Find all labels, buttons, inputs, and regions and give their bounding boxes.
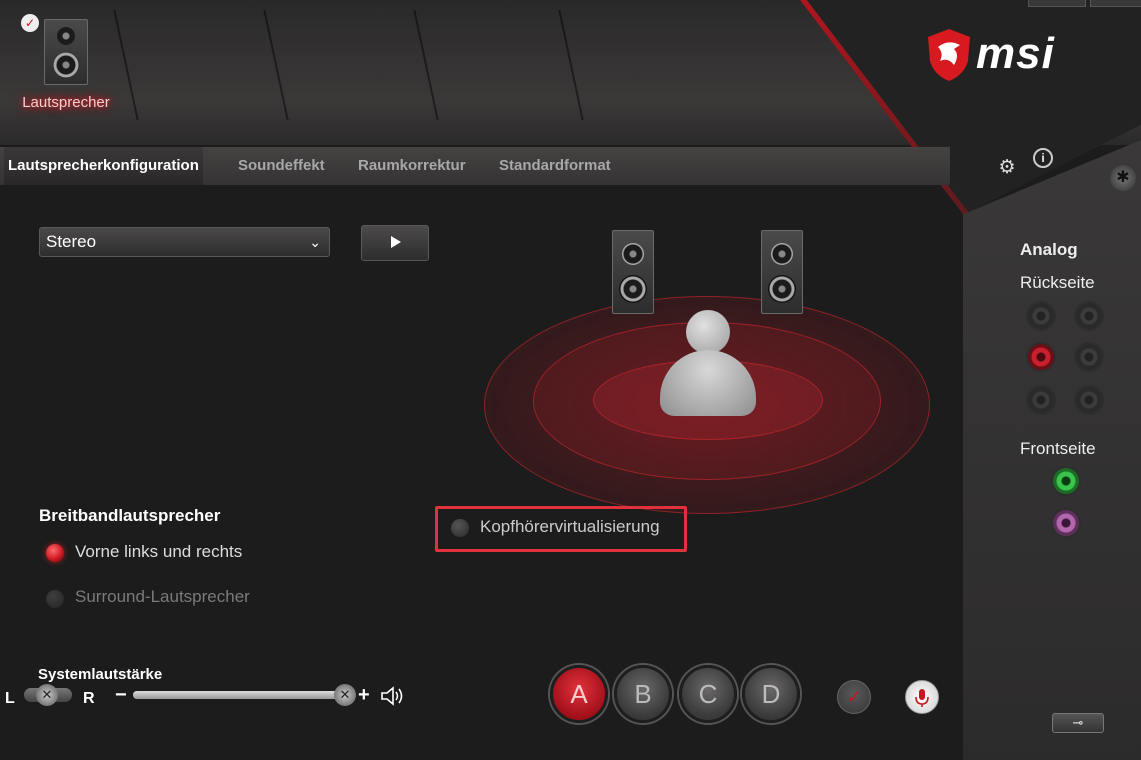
speaker-volume-icon[interactable] [380,685,406,707]
headphone-virtualization-checkbox[interactable] [451,519,469,537]
front-jack-headphone[interactable] [1053,468,1079,494]
gear-icon[interactable]: ⚙ [996,157,1018,179]
wrench-button[interactable]: ⊸ [1052,713,1104,733]
rear-jack-2[interactable] [1076,303,1102,329]
tab-room-correction[interactable]: Raumkorrektur [354,147,470,185]
listener-icon [660,310,756,416]
front-jack-mic[interactable] [1053,510,1079,536]
profile-a-button[interactable]: A [550,665,608,723]
play-icon [391,236,401,248]
front-right-speaker[interactable] [761,230,803,314]
rear-label: Rückseite [1020,273,1095,292]
device-label: Lautsprecher [22,94,110,111]
chevron-down-icon: ⌄ [309,234,321,250]
balance-left-label: L [5,690,15,707]
fullrange-title: Breitbandlautsprecher [39,506,221,525]
rear-jack-6[interactable] [1076,387,1102,413]
profile-d-button[interactable]: D [742,665,800,723]
device-speakers[interactable]: ✓ Lautsprecher [14,14,118,118]
rear-jack-1[interactable] [1028,303,1054,329]
microphone-icon[interactable] [905,680,939,714]
front-label: Frontseite [1020,439,1096,458]
system-volume-title: Systemlautstärke [38,666,163,683]
profile-c-button[interactable]: C [679,665,737,723]
balance-knob[interactable]: ✕ [36,684,58,706]
volume-minus[interactable]: − [115,684,127,707]
speaker-icon [44,19,88,85]
speaker-config-value: Stereo [46,232,97,251]
radio-front-lr[interactable] [46,544,64,562]
analog-heading: Analog [1020,240,1078,259]
play-test-button[interactable] [361,225,429,261]
volume-slider-track[interactable] [133,691,345,699]
profile-b-button[interactable]: B [614,665,672,723]
apply-check-icon[interactable]: ✓ [837,680,871,714]
info-icon[interactable]: i [1033,148,1053,168]
checkmark-icon: ✓ [21,14,39,32]
tab-bar: Lautsprecherkonfiguration Soundeffekt Ra… [0,147,950,185]
rear-jack-4[interactable] [1076,344,1102,370]
radio-surround[interactable] [46,590,64,608]
balance-right-label: R [83,690,95,707]
tab-default-format[interactable]: Standardformat [495,147,615,185]
close-button[interactable] [1090,0,1141,7]
volume-slider-fill [133,691,345,699]
radio-front-lr-label[interactable]: Vorne links und rechts [75,542,242,562]
front-left-speaker[interactable] [612,230,654,314]
minimize-button[interactable] [1028,0,1086,7]
brand-wordmark: msi [976,29,1055,78]
volume-plus[interactable]: + [358,684,370,707]
connector-settings-icon[interactable]: ✱ [1110,165,1136,191]
tab-sound-effects[interactable]: Soundeffekt [234,147,329,185]
dragon-shield-icon [928,29,970,81]
balance-slider[interactable]: ✕ [24,684,72,706]
speaker-config-dropdown[interactable]: Stereo ⌄ [39,227,330,257]
rear-jack-line-out[interactable] [1028,344,1054,370]
tab-speaker-configuration[interactable]: Lautsprecherkonfiguration [4,147,203,185]
rear-jack-5[interactable] [1028,387,1054,413]
msi-logo: msi [924,27,1094,85]
headphone-virtualization-label[interactable]: Kopfhörervirtualisierung [480,517,660,537]
radio-surround-label[interactable]: Surround-Lautsprecher [75,587,250,607]
volume-slider-knob[interactable]: ✕ [334,684,356,706]
